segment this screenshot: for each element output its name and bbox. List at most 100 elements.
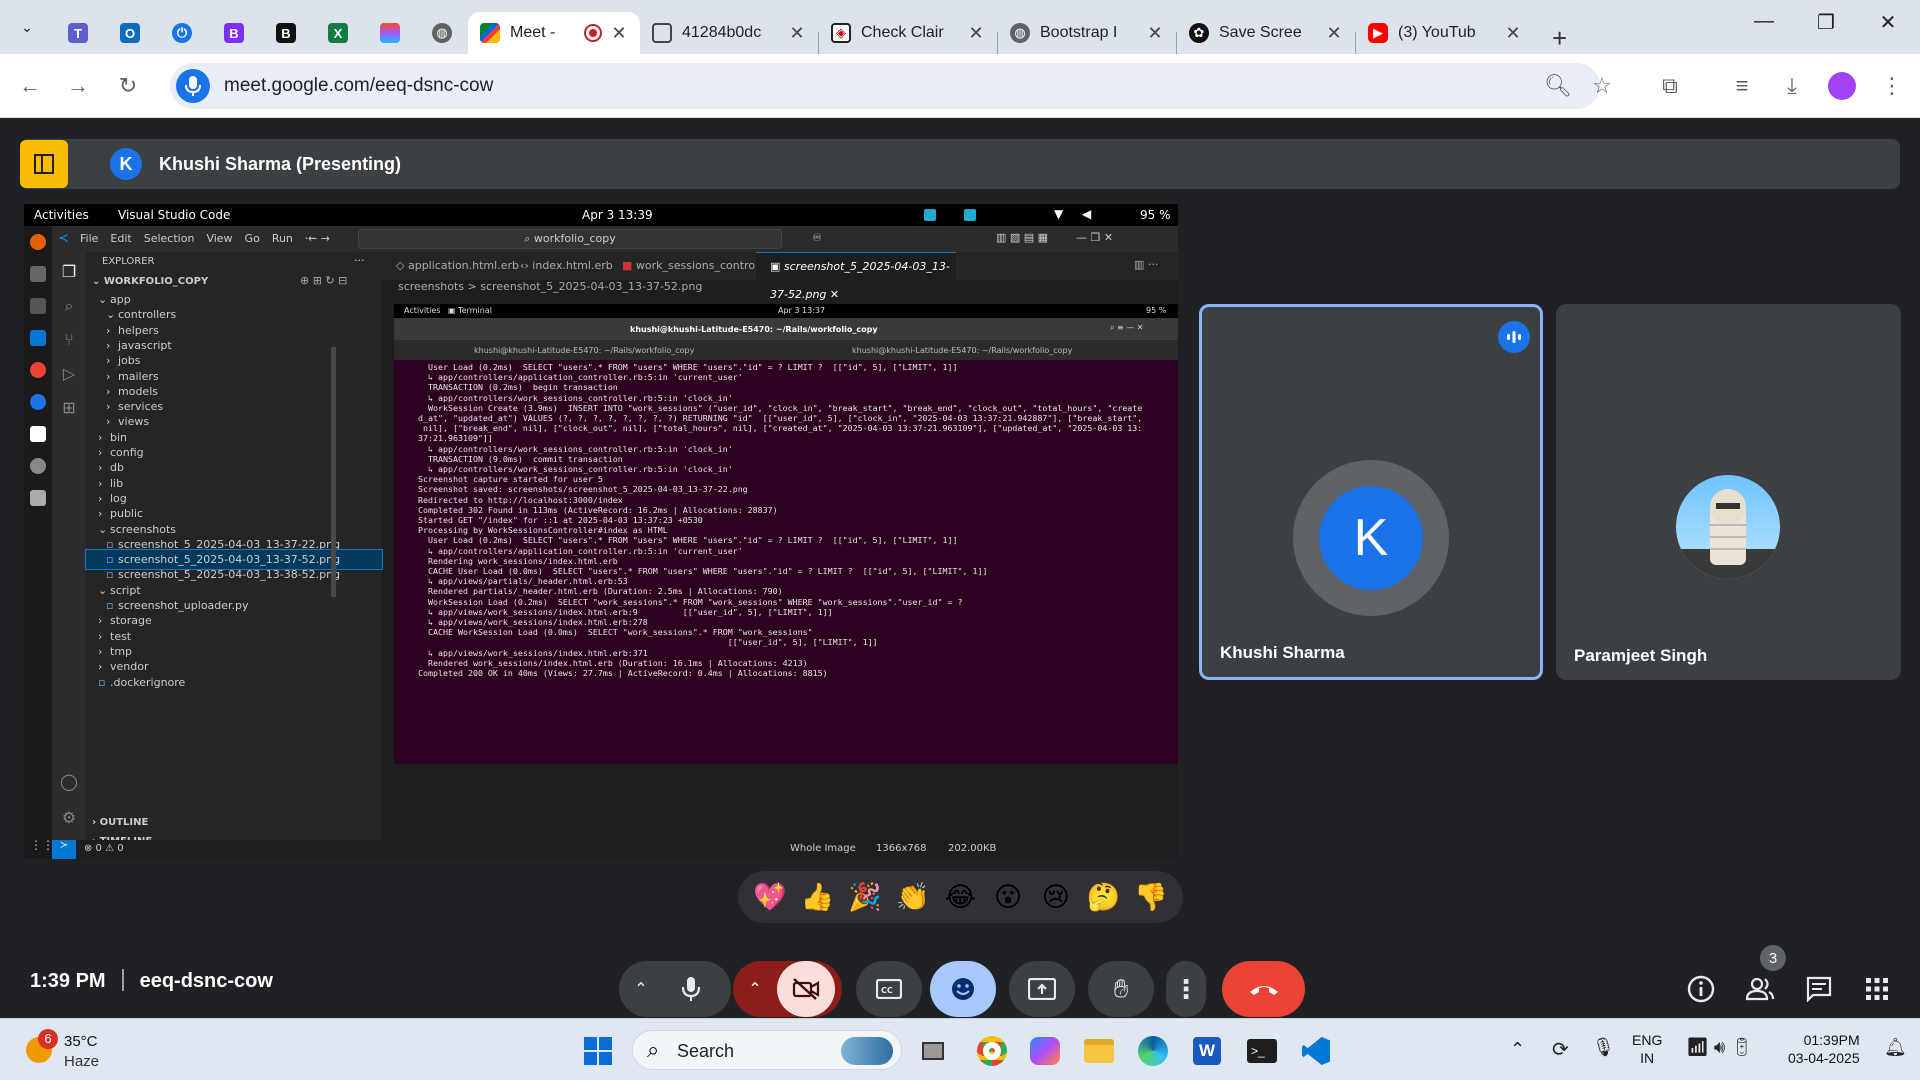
tab-bootstrap[interactable]: ◍ Bootstrap I ✕ bbox=[998, 12, 1176, 54]
back-button[interactable]: ← bbox=[14, 70, 46, 102]
split-editor-icon[interactable]: ▥ ··· bbox=[1134, 258, 1158, 271]
reload-button[interactable]: ↻ bbox=[112, 70, 144, 102]
trash-icon[interactable] bbox=[30, 490, 46, 506]
editor-tab[interactable]: ‹› index.html.erb bbox=[506, 252, 613, 280]
editor-tab-active[interactable]: ▣ screenshot_5_2025-04-03_13-37-52.png ✕ bbox=[756, 252, 956, 301]
downloads-icon[interactable]: ⤓ bbox=[1776, 70, 1808, 102]
terminal-window-controls[interactable]: ⌕ ≡ — ✕ bbox=[1110, 323, 1144, 333]
tab-youtube[interactable]: ▶ (3) YouTub ✕ bbox=[1356, 12, 1534, 54]
outline-section[interactable]: › OUTLINE bbox=[92, 817, 148, 828]
weather-widget[interactable]: 6 35°C Haze bbox=[20, 1029, 160, 1073]
account-icon[interactable]: ◯ bbox=[60, 772, 78, 791]
terminal-tab[interactable]: khushi@khushi-Latitude-E5470: ~/Rails/wo… bbox=[474, 346, 694, 355]
editor-tab[interactable]: ◇ application.html.erb bbox=[382, 252, 519, 280]
layout-icons[interactable]: ▥ ▧ ▤ ▦ bbox=[996, 231, 1048, 244]
address-bar[interactable]: meet.google.com/eeq-dsnc-cow bbox=[170, 63, 1600, 109]
close-tab-icon[interactable]: ✕ bbox=[610, 23, 628, 44]
forward-button[interactable]: → bbox=[62, 70, 94, 102]
close-tab-icon[interactable]: ✕ bbox=[967, 23, 985, 44]
tab-meet[interactable]: Meet - ✕ bbox=[468, 12, 640, 54]
close-tab-icon[interactable]: ✕ bbox=[1146, 23, 1164, 44]
terminal-tab[interactable]: khushi@khushi-Latitude-E5470: ~/Rails/wo… bbox=[852, 346, 1072, 355]
reaction-emoji[interactable]: 😂 bbox=[943, 880, 977, 914]
activities-button[interactable] bbox=[1857, 969, 1897, 1009]
restore-button[interactable]: ❐ bbox=[1796, 10, 1856, 44]
chat-button[interactable] bbox=[1799, 969, 1839, 1009]
system-clock[interactable]: 01:39PM 03-04-2025 bbox=[1788, 1031, 1860, 1067]
tab-save-screen[interactable]: ✿ Save Scree ✕ bbox=[1177, 12, 1355, 54]
menu-item[interactable]: Go bbox=[245, 232, 260, 245]
file-explorer-taskbar-icon[interactable] bbox=[1081, 1033, 1117, 1069]
language-indicator[interactable]: ENG IN bbox=[1632, 1031, 1662, 1067]
media-controls-icon[interactable]: ≡ bbox=[1726, 70, 1758, 102]
problems-status[interactable]: ⊗ 0 ⚠ 0 bbox=[84, 843, 124, 854]
store-icon[interactable] bbox=[30, 426, 46, 442]
zoom-status[interactable]: Whole Image bbox=[790, 843, 856, 854]
browser-menu-icon[interactable]: ⋮ bbox=[1876, 70, 1908, 102]
reaction-emoji[interactable]: 👏 bbox=[896, 880, 930, 914]
copilot-taskbar-icon[interactable] bbox=[1027, 1033, 1063, 1069]
command-center[interactable]: ⌕ workfolio_copy bbox=[358, 229, 782, 249]
menu-item[interactable]: View bbox=[206, 232, 232, 245]
present-screen-button[interactable] bbox=[1009, 961, 1075, 1017]
menu-item[interactable]: Run bbox=[272, 232, 293, 245]
pinned-tab-figma[interactable] bbox=[364, 12, 416, 54]
reaction-emoji[interactable]: 😮 bbox=[991, 880, 1025, 914]
gear-icon[interactable]: ⚙ bbox=[60, 808, 78, 827]
close-window-button[interactable]: ✕ bbox=[1858, 10, 1918, 44]
vscode-icon[interactable] bbox=[30, 330, 46, 346]
captions-button[interactable]: CC bbox=[856, 961, 922, 1017]
explorer-actions[interactable]: ⊕ ⊞ ↻ ⊟ bbox=[300, 274, 347, 287]
power-icon[interactable] bbox=[30, 394, 46, 410]
explorer-icon[interactable]: ❐ bbox=[60, 262, 78, 281]
explorer-scrollbar[interactable] bbox=[331, 347, 336, 597]
menu-item[interactable]: File bbox=[80, 232, 98, 245]
participant-tile-paramjeet[interactable]: Paramjeet Singh bbox=[1556, 304, 1901, 680]
tab-41284b0dc[interactable]: 41284b0dc ✕ bbox=[640, 12, 818, 54]
participant-tile-khushi[interactable]: K Khushi Sharma bbox=[1199, 304, 1543, 680]
meeting-info-button[interactable] bbox=[1681, 969, 1721, 1009]
taskbar-search[interactable]: ⌕ Search bbox=[632, 1030, 902, 1070]
microphone-in-use-icon[interactable] bbox=[176, 69, 210, 103]
pinned-tab-power[interactable]: ⏻ bbox=[156, 12, 208, 54]
microphone-tray-icon[interactable]: 🎙︎ bbox=[1592, 1037, 1615, 1058]
raise-hand-button[interactable]: ✋︎ bbox=[1088, 961, 1154, 1017]
menu-item[interactable]: Selection bbox=[144, 232, 195, 245]
files-icon[interactable] bbox=[30, 266, 46, 282]
copilot-icon[interactable]: ♾ bbox=[812, 231, 822, 244]
menu-item[interactable]: Edit bbox=[110, 232, 131, 245]
profile-avatar[interactable] bbox=[1826, 70, 1858, 102]
task-view-button[interactable] bbox=[915, 1033, 951, 1069]
tab-check-claim[interactable]: ◈ Check Clair ✕ bbox=[819, 12, 997, 54]
new-tab-button[interactable]: + bbox=[1552, 23, 1567, 54]
audio-options-chevron-icon[interactable]: ⌃ bbox=[619, 979, 663, 999]
start-button[interactable] bbox=[580, 1033, 616, 1069]
bookmark-star-icon[interactable]: ☆ bbox=[1586, 70, 1618, 102]
reaction-emoji[interactable]: 😢 bbox=[1039, 880, 1073, 914]
network-volume-battery-icons[interactable]: 📶︎ 🔊︎ 🔋︎ bbox=[1686, 1037, 1753, 1058]
run-debug-icon[interactable]: ▷ bbox=[60, 364, 78, 383]
remote-icon[interactable]: ≻ bbox=[52, 840, 76, 859]
extensions-icon[interactable]: ⧉ bbox=[1654, 70, 1686, 102]
more-options-button[interactable]: ⋮ bbox=[1166, 961, 1206, 1017]
show-hidden-icons-chevron[interactable]: ⌃ bbox=[1510, 1039, 1525, 1060]
search-icon[interactable]: ⌕ bbox=[60, 296, 78, 315]
presentation-icon[interactable] bbox=[20, 140, 68, 188]
pinned-tab-outlook[interactable]: O bbox=[104, 12, 156, 54]
pinned-tab-b-purple[interactable]: B bbox=[208, 12, 260, 54]
chrome-icon[interactable] bbox=[30, 362, 46, 378]
edge-taskbar-icon[interactable] bbox=[1135, 1033, 1171, 1069]
pinned-tab-excel[interactable]: X bbox=[312, 12, 364, 54]
pinned-tab-b-black[interactable]: B bbox=[260, 12, 312, 54]
pinned-tab-globe[interactable]: ◍ bbox=[416, 12, 468, 54]
vscode-taskbar-icon[interactable] bbox=[1298, 1033, 1334, 1069]
reactions-button[interactable] bbox=[930, 961, 996, 1017]
terminal-icon[interactable] bbox=[30, 298, 46, 314]
microphone-button[interactable] bbox=[663, 961, 719, 1017]
close-tab-icon[interactable]: ✕ bbox=[788, 23, 806, 44]
video-options-chevron-icon[interactable]: ⌃ bbox=[733, 979, 777, 999]
reaction-emoji[interactable]: 🤔 bbox=[1086, 880, 1121, 914]
terminal-taskbar-icon[interactable]: >_ bbox=[1244, 1033, 1280, 1069]
reaction-emoji[interactable]: 👎 bbox=[1134, 880, 1168, 914]
tree-file[interactable]: ▫ .dockerignore bbox=[86, 673, 382, 692]
